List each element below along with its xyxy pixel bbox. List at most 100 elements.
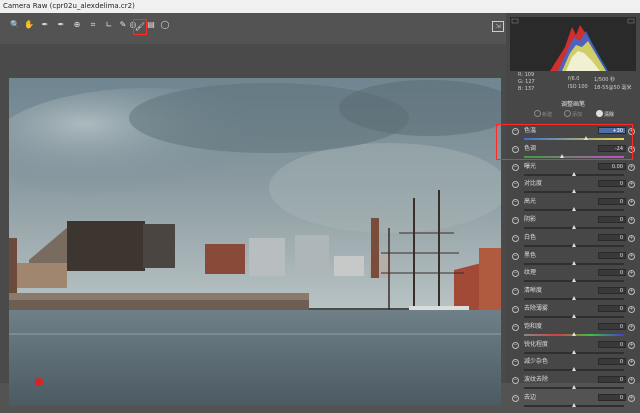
slider-thumb[interactable]	[571, 242, 576, 247]
slider-thumb[interactable]	[571, 225, 576, 229]
slider-value-field[interactable]: 0	[598, 358, 626, 366]
slider-label: 去边	[524, 394, 537, 401]
plus-icon[interactable]: +	[628, 323, 635, 331]
slider-value-field[interactable]: 0	[598, 340, 626, 348]
crop-icon[interactable]: ⌗	[88, 20, 98, 30]
adjustment-brush-icon[interactable]: 🖌	[133, 19, 147, 35]
slider-value-field[interactable]: 0	[598, 322, 626, 330]
plus-icon[interactable]: +	[628, 341, 635, 349]
slider-row: − 去边 0 +	[506, 393, 640, 413]
slider-thumb[interactable]	[571, 331, 576, 336]
slider-value-field[interactable]: 0	[598, 216, 626, 223]
slider-thumb[interactable]	[571, 189, 576, 194]
slider-value-field[interactable]: 0	[598, 394, 626, 401]
slider-label: 对比度	[524, 180, 543, 188]
readout-iso: ISO 100	[568, 84, 588, 90]
readout-r: R: 109	[518, 72, 535, 78]
slider-value-field[interactable]: 0	[598, 251, 626, 259]
plus-icon[interactable]: +	[628, 377, 635, 385]
slider-label: 饱和度	[524, 322, 543, 330]
minus-icon[interactable]: −	[512, 199, 519, 207]
slider-thumb[interactable]	[571, 349, 576, 354]
minus-icon[interactable]: −	[512, 377, 519, 385]
white-balance-icon[interactable]: ✒	[40, 20, 50, 30]
photo-image	[9, 78, 501, 406]
plus-icon[interactable]: +	[628, 306, 635, 313]
minus-icon[interactable]: −	[512, 359, 519, 367]
plus-icon[interactable]: +	[628, 181, 635, 189]
slider-label: 黑色	[524, 251, 537, 259]
slider-label: 清晰度	[524, 287, 543, 295]
slider-thumb[interactable]	[571, 260, 576, 265]
plus-icon[interactable]: +	[628, 234, 635, 242]
radio-icon	[564, 110, 571, 117]
readout-lens: 18-55@50 毫米	[594, 85, 632, 91]
slider-thumb[interactable]	[571, 385, 576, 390]
slider-value-field[interactable]: 0	[598, 305, 626, 312]
brush-pin	[35, 378, 43, 386]
plus-icon[interactable]: +	[628, 270, 635, 278]
minus-icon[interactable]: −	[512, 234, 519, 242]
slider-label: 去除薄雾	[524, 305, 549, 312]
slider-thumb[interactable]	[571, 314, 576, 318]
slider-label: 减少杂色	[524, 358, 549, 366]
plus-icon[interactable]: +	[628, 199, 635, 207]
brush-mode-group: 新建 添加 清除	[506, 110, 640, 120]
readout-b: B: 137	[518, 86, 535, 92]
slider-value-field[interactable]: 0	[598, 198, 626, 206]
plus-icon[interactable]: +	[628, 217, 635, 224]
mode-1[interactable]: 添加	[564, 110, 582, 118]
slider-value-field[interactable]: 0	[598, 180, 626, 188]
readout-aperture: f/6.0	[568, 76, 580, 82]
slider-thumb[interactable]	[571, 367, 576, 372]
slider-value-field[interactable]: 0	[598, 376, 626, 384]
slider-label: 曝光	[524, 162, 537, 170]
spot-removal-icon[interactable]: ✎	[118, 20, 128, 30]
zoom-icon[interactable]: 🔍	[10, 20, 20, 30]
slider-thumb[interactable]	[571, 171, 576, 176]
target-adjust-icon[interactable]: ⊕	[72, 20, 82, 30]
slider-value-field[interactable]: 0	[598, 269, 626, 277]
histogram	[510, 17, 636, 71]
graduated-filter-icon[interactable]: ▤	[146, 20, 156, 30]
mode-0[interactable]: 新建	[534, 110, 552, 118]
highlight-box	[496, 124, 633, 160]
minus-icon[interactable]: −	[512, 395, 519, 402]
slider-label: 锐化程度	[524, 340, 549, 348]
hand-icon[interactable]: ✋	[24, 20, 34, 30]
slider-value-field[interactable]: 0	[598, 233, 626, 241]
minus-icon[interactable]: −	[512, 252, 519, 260]
mode-2[interactable]: 清除	[596, 110, 614, 118]
minus-icon[interactable]: −	[512, 270, 519, 278]
minus-icon[interactable]: −	[512, 306, 519, 313]
minus-icon[interactable]: −	[512, 341, 519, 349]
minus-icon[interactable]: −	[512, 288, 519, 296]
slider-value-field[interactable]: 0	[598, 287, 626, 295]
slider-label: 纹理	[524, 269, 537, 277]
minus-icon[interactable]: −	[512, 163, 519, 171]
image-canvas[interactable]	[0, 44, 506, 406]
readout-g: G: 127	[518, 79, 535, 85]
plus-icon[interactable]: +	[628, 163, 635, 171]
slider-thumb[interactable]	[571, 403, 576, 407]
open-preferences-icon[interactable]: ⇲	[492, 21, 504, 32]
slider-label: 阴影	[524, 216, 537, 223]
toolbar: ⇲ 🔍 ✋ ✒ ✒ ⊕ ⌗ ∟ ✎ ◎ 🖌 ▤ ◯	[0, 13, 506, 44]
plus-icon[interactable]: +	[628, 395, 635, 402]
plus-icon[interactable]: +	[628, 359, 635, 367]
straighten-icon[interactable]: ∟	[104, 20, 114, 30]
minus-icon[interactable]: −	[512, 323, 519, 331]
readout-shutter: 1/500 秒	[594, 77, 615, 83]
plus-icon[interactable]: +	[628, 288, 635, 296]
slider-thumb[interactable]	[571, 207, 576, 212]
slider-thumb[interactable]	[571, 278, 576, 283]
minus-icon[interactable]: −	[512, 181, 519, 189]
mode-label: 添加	[572, 112, 583, 118]
photo-preview[interactable]	[9, 78, 501, 406]
color-sampler-icon[interactable]: ✒	[56, 20, 66, 30]
radial-filter-icon[interactable]: ◯	[160, 20, 170, 30]
slider-thumb[interactable]	[571, 296, 576, 301]
slider-value-field[interactable]: 0.00	[598, 162, 626, 170]
minus-icon[interactable]: −	[512, 217, 519, 224]
plus-icon[interactable]: +	[628, 252, 635, 260]
